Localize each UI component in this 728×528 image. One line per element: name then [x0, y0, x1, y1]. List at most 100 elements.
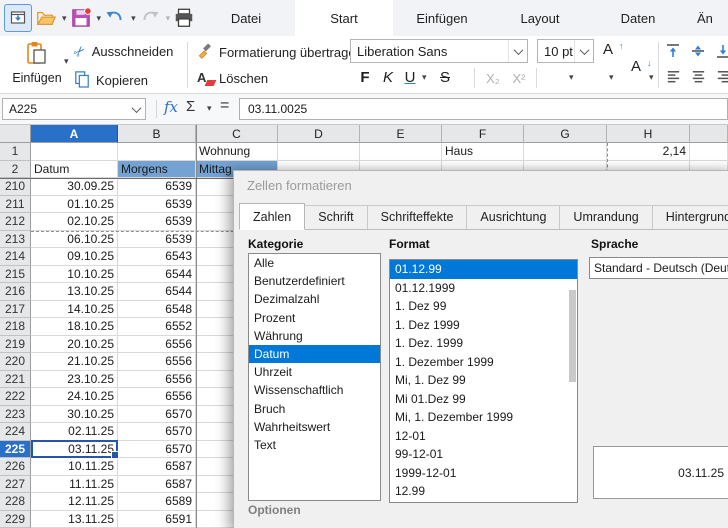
- italic-button[interactable]: K: [377, 66, 399, 88]
- row-header-213[interactable]: 213: [0, 231, 31, 249]
- dialog-tab-schrift[interactable]: Schrift: [304, 205, 367, 229]
- cell-B228[interactable]: 6589: [118, 493, 196, 511]
- cell-A220[interactable]: 21.10.25: [31, 353, 118, 371]
- ribbon-tab-datei[interactable]: Datei: [197, 0, 295, 36]
- cell-A215[interactable]: 10.10.25: [31, 266, 118, 284]
- align-bottom-button[interactable]: [714, 42, 728, 63]
- cell-H1[interactable]: 2,14: [607, 143, 690, 161]
- chevron-down-icon[interactable]: [127, 99, 145, 119]
- undo-button[interactable]: [102, 4, 128, 32]
- cell-B226[interactable]: 6587: [118, 458, 196, 476]
- cell-A213[interactable]: 06.10.25: [31, 231, 118, 249]
- bold-button[interactable]: F: [354, 66, 376, 88]
- cell-A219[interactable]: 20.10.25: [31, 336, 118, 354]
- cell-A216[interactable]: 13.10.25: [31, 283, 118, 301]
- row-header-226[interactable]: 226: [0, 458, 31, 476]
- column-header-E[interactable]: E: [360, 125, 442, 143]
- cell-A211[interactable]: 01.10.25: [31, 196, 118, 214]
- format-item[interactable]: Mi 01.Dez 99: [390, 390, 577, 409]
- format-item[interactable]: 1999-12-01: [390, 464, 577, 483]
- row-header-210[interactable]: 210: [0, 178, 31, 196]
- cell-B218[interactable]: 6552: [118, 318, 196, 336]
- row-header-228[interactable]: 228: [0, 493, 31, 511]
- name-box[interactable]: A225: [2, 98, 146, 120]
- cell-B211[interactable]: 6539: [118, 196, 196, 214]
- cell-A226[interactable]: 10.11.25: [31, 458, 118, 476]
- cell-B229[interactable]: 6591: [118, 511, 196, 528]
- background-color-dropdown-arrow[interactable]: ▾: [609, 72, 614, 83]
- cell-A212[interactable]: 02.10.25: [31, 213, 118, 231]
- row-header-225[interactable]: 225: [0, 441, 31, 459]
- category-item[interactable]: Datum: [249, 345, 380, 363]
- format-item[interactable]: Mi, 1. Dez 99: [390, 371, 577, 390]
- ribbon-tab-än[interactable]: Än: [687, 0, 728, 36]
- format-item[interactable]: 01.12.99: [390, 260, 577, 279]
- dialog-tab-hintergrund[interactable]: Hintergrund: [652, 205, 728, 229]
- cell-A217[interactable]: 14.10.25: [31, 301, 118, 319]
- row-header-211[interactable]: 211: [0, 196, 31, 214]
- cell-A2[interactable]: Datum: [31, 161, 118, 179]
- format-item[interactable]: Mi, 1. Dezember 1999: [390, 408, 577, 427]
- ribbon-tab-einfügen[interactable]: Einfügen: [393, 0, 491, 36]
- category-item[interactable]: Wissenschaftlich: [249, 381, 380, 399]
- ribbon-tab-layout[interactable]: Layout: [491, 0, 589, 36]
- language-combobox[interactable]: Standard - Deutsch (Deuts: [589, 257, 728, 279]
- cell-B223[interactable]: 6570: [118, 406, 196, 424]
- category-item[interactable]: Währung: [249, 327, 380, 345]
- underline-button[interactable]: U: [399, 66, 421, 88]
- category-item[interactable]: Wahrheitswert: [249, 418, 380, 436]
- copy-button[interactable]: Kopieren: [74, 70, 148, 91]
- cell-B215[interactable]: 6544: [118, 266, 196, 284]
- row-header-216[interactable]: 216: [0, 283, 31, 301]
- cell-A228[interactable]: 12.11.25: [31, 493, 118, 511]
- format-item[interactable]: 1. Dez. 1999: [390, 334, 577, 353]
- cell-A224[interactable]: 02.11.25: [31, 423, 118, 441]
- underline-dropdown-arrow[interactable]: ▾: [422, 72, 427, 83]
- save-dropdown-arrow[interactable]: ▾: [97, 13, 102, 24]
- cell-B227[interactable]: 6587: [118, 476, 196, 494]
- category-item[interactable]: Text: [249, 436, 380, 454]
- align-center-button[interactable]: [690, 68, 707, 88]
- column-header-B[interactable]: B: [118, 125, 196, 143]
- redo-button[interactable]: [137, 4, 163, 32]
- font-color-dropdown-arrow[interactable]: ▾: [649, 72, 654, 83]
- row-header-221[interactable]: 221: [0, 371, 31, 389]
- save-button[interactable]: [68, 4, 94, 32]
- center-vertically-button[interactable]: [689, 42, 707, 63]
- cell-A1[interactable]: [31, 143, 118, 161]
- row-header-227[interactable]: 227: [0, 476, 31, 494]
- dialog-tab-ausrichtung[interactable]: Ausrichtung: [466, 205, 560, 229]
- cell-G1[interactable]: [524, 143, 607, 161]
- cell-B222[interactable]: 6556: [118, 388, 196, 406]
- sidebar-toggle-button[interactable]: [4, 4, 32, 32]
- row-header-218[interactable]: 218: [0, 318, 31, 336]
- row-header-224[interactable]: 224: [0, 423, 31, 441]
- row-header-223[interactable]: 223: [0, 406, 31, 424]
- align-right-button[interactable]: [715, 68, 728, 88]
- format-item[interactable]: 99-12-01: [390, 445, 577, 464]
- clear-formatting-button[interactable]: A Löschen: [197, 70, 268, 86]
- row-header-1[interactable]: 1: [0, 143, 31, 161]
- dialog-tab-zahlen[interactable]: Zahlen: [239, 203, 305, 230]
- open-dropdown-arrow[interactable]: ▾: [62, 13, 67, 24]
- row-header-217[interactable]: 217: [0, 301, 31, 319]
- category-item[interactable]: Prozent: [249, 309, 380, 327]
- align-top-button[interactable]: [664, 42, 682, 63]
- format-item[interactable]: 12-01: [390, 427, 577, 446]
- cell-B214[interactable]: 6543: [118, 248, 196, 266]
- cell-A223[interactable]: 30.10.25: [31, 406, 118, 424]
- column-header-H[interactable]: H: [607, 125, 690, 143]
- cell-partial1[interactable]: [690, 143, 728, 161]
- cell-A214[interactable]: 09.10.25: [31, 248, 118, 266]
- fill-handle[interactable]: [111, 451, 119, 459]
- cut-button[interactable]: ✂ Ausschneiden: [74, 43, 173, 60]
- chevron-down-icon[interactable]: [574, 40, 593, 62]
- cell-A229[interactable]: 13.11.25: [31, 511, 118, 528]
- cell-B219[interactable]: 6556: [118, 336, 196, 354]
- cell-B2[interactable]: Morgens: [118, 161, 196, 179]
- row-header-220[interactable]: 220: [0, 353, 31, 371]
- undo-dropdown-arrow[interactable]: ▾: [131, 13, 136, 24]
- paste-button[interactable]: Einfügen: [8, 40, 66, 85]
- row-header-222[interactable]: 222: [0, 388, 31, 406]
- cell-F1[interactable]: Haus: [442, 143, 524, 161]
